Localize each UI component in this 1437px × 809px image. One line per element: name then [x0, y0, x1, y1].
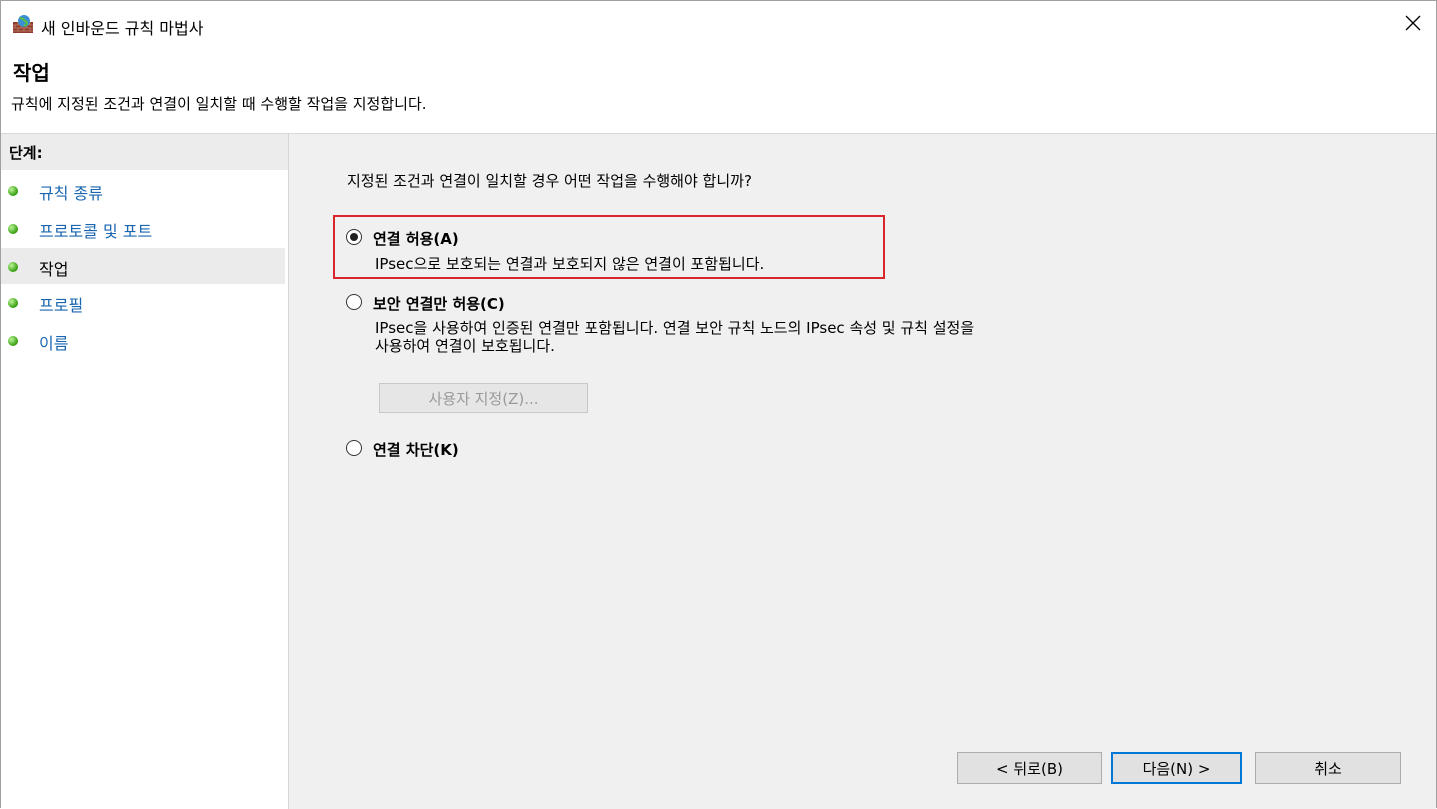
- next-button[interactable]: 다음(N) >: [1111, 752, 1242, 784]
- step-label: 프로토콜 및 포트: [39, 222, 153, 241]
- page-title: 작업: [13, 61, 50, 85]
- sidebar-item-protocol-ports[interactable]: 프로토콜 및 포트: [1, 210, 285, 246]
- sidebar-item-name[interactable]: 이름: [1, 322, 285, 358]
- allow-secure-desc-line2: 사용하여 연결이 보호됩니다.: [375, 337, 555, 355]
- step-label: 이름: [39, 334, 69, 353]
- allow-connection-desc: IPsec으로 보호되는 연결과 보호되지 않은 연결이 포함됩니다.: [375, 255, 765, 273]
- main-content: 지정된 조건과 연결이 일치할 경우 어떤 작업을 수행해야 합니까? 연결 허…: [289, 134, 1436, 809]
- green-dot-icon: [8, 186, 18, 196]
- wizard-body: 단계: 규칙 종류 프로토콜 및 포트 작업 프로필 이름 지정된 조건과 연결…: [1, 134, 1436, 809]
- page-header: 작업 규칙에 지정된 조건과 연결이 일치할 때 수행할 작업을 지정합니다.: [1, 45, 1436, 134]
- steps-title: 단계:: [9, 144, 43, 162]
- allow-secure-label[interactable]: 보안 연결만 허용(C): [373, 293, 505, 314]
- block-connection-radio[interactable]: [346, 440, 362, 456]
- wizard-window: 새 인바운드 규칙 마법사 작업 규칙에 지정된 조건과 연결이 일치할 때 수…: [0, 0, 1437, 809]
- step-label: 규칙 종류: [39, 184, 103, 203]
- step-label: 작업: [39, 260, 69, 279]
- title-bar: 새 인바운드 규칙 마법사: [1, 1, 1436, 45]
- allow-secure-desc-line1: IPsec을 사용하여 인증된 연결만 포함됩니다. 연결 보안 규칙 노드의 …: [375, 319, 975, 337]
- step-label: 프로필: [39, 296, 84, 315]
- window-title: 새 인바운드 규칙 마법사: [41, 19, 204, 38]
- close-icon: [1405, 15, 1421, 31]
- block-connection-label[interactable]: 연결 차단(K): [373, 439, 459, 460]
- action-question: 지정된 조건과 연결이 일치할 경우 어떤 작업을 수행해야 합니까?: [347, 172, 752, 190]
- allow-connection-label[interactable]: 연결 허용(A): [373, 228, 459, 249]
- green-dot-icon: [8, 298, 18, 308]
- firewall-icon: [12, 14, 34, 34]
- sidebar-item-profile[interactable]: 프로필: [1, 284, 285, 320]
- back-button[interactable]: < 뒤로(B): [957, 752, 1102, 784]
- green-dot-icon: [8, 262, 18, 272]
- page-description: 규칙에 지정된 조건과 연결이 일치할 때 수행할 작업을 지정합니다.: [11, 95, 427, 113]
- close-button[interactable]: [1390, 1, 1436, 45]
- steps-header: 단계:: [1, 134, 288, 170]
- sidebar-item-rule-type[interactable]: 규칙 종류: [1, 172, 285, 208]
- customize-button[interactable]: 사용자 지정(Z)...: [379, 383, 588, 413]
- cancel-button[interactable]: 취소: [1255, 752, 1401, 784]
- allow-connection-radio[interactable]: [346, 229, 362, 245]
- allow-secure-radio[interactable]: [346, 294, 362, 310]
- sidebar-item-action[interactable]: 작업: [1, 248, 285, 284]
- green-dot-icon: [8, 224, 18, 234]
- steps-sidebar: 단계: 규칙 종류 프로토콜 및 포트 작업 프로필 이름: [1, 134, 289, 809]
- green-dot-icon: [8, 336, 18, 346]
